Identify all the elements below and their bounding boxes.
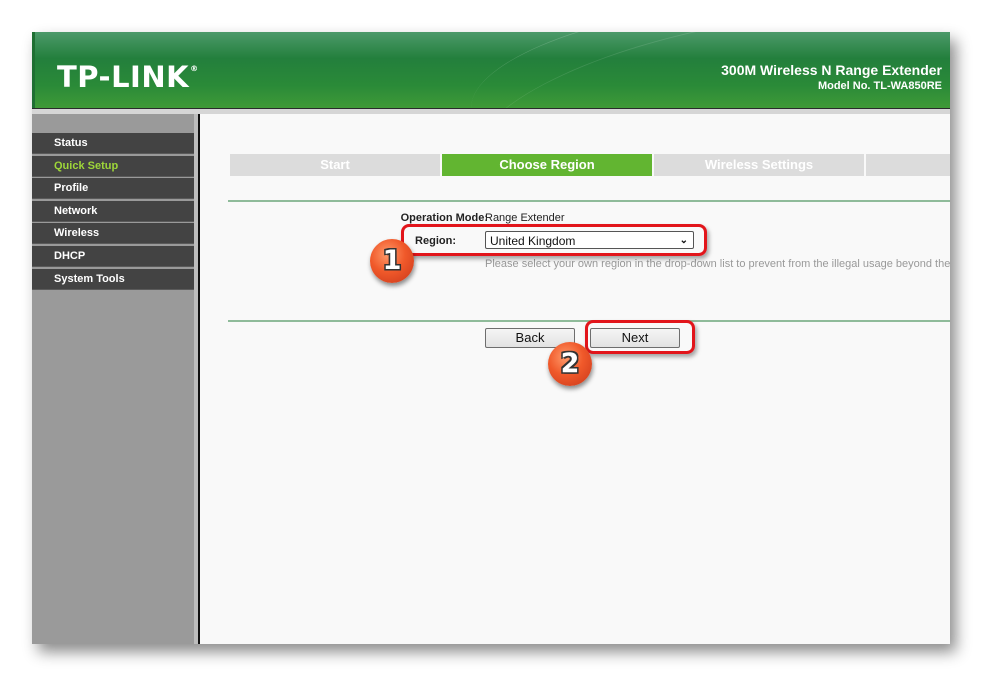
step-review: Revi [866, 154, 950, 176]
header-banner: TP-LINK® 300M Wireless N Range Extender … [32, 32, 950, 108]
step-badge-1: 1 [370, 239, 414, 283]
step-choose-region: Choose Region [442, 154, 652, 176]
sidebar-item-status[interactable]: Status [32, 133, 194, 154]
sidebar-item-dhcp[interactable]: DHCP [32, 245, 194, 267]
operation-mode-value: Range Extender [485, 212, 565, 224]
callout-next-highlight [585, 320, 695, 354]
sidebar-item-wireless[interactable]: Wireless [32, 223, 194, 245]
sidebar-menu: Status Quick Setup Profile Network Wirel… [32, 114, 198, 644]
model-number: Model No. TL-WA850RE [817, 80, 942, 92]
sidebar-item-network[interactable]: Network [32, 200, 194, 222]
sidebar-item-profile[interactable]: Profile [32, 178, 194, 200]
operation-mode-label: Operation Mode: [400, 212, 488, 224]
main-content: Start Choose Region Wireless Settings Re… [200, 114, 950, 644]
step-badge-2: 2 [548, 342, 592, 386]
tp-link-logo: TP-LINK® [57, 60, 199, 94]
callout-region-highlight [401, 224, 707, 256]
region-hint: Please select your own region in the dro… [485, 258, 950, 270]
logo-text: TP-LINK [57, 60, 190, 94]
registered-mark: ® [190, 64, 199, 73]
sidebar-item-quick-setup[interactable]: Quick Setup [32, 155, 194, 177]
wizard-steps: Start Choose Region Wireless Settings Re… [230, 154, 950, 176]
section-rule-top [228, 200, 950, 202]
step-start: Start [230, 154, 440, 176]
router-admin-window: TP-LINK® 300M Wireless N Range Extender … [32, 32, 950, 644]
step-wireless-settings: Wireless Settings [654, 154, 864, 176]
sidebar-item-system-tools[interactable]: System Tools [32, 268, 194, 290]
product-title: 300M Wireless N Range Extender [721, 62, 942, 78]
